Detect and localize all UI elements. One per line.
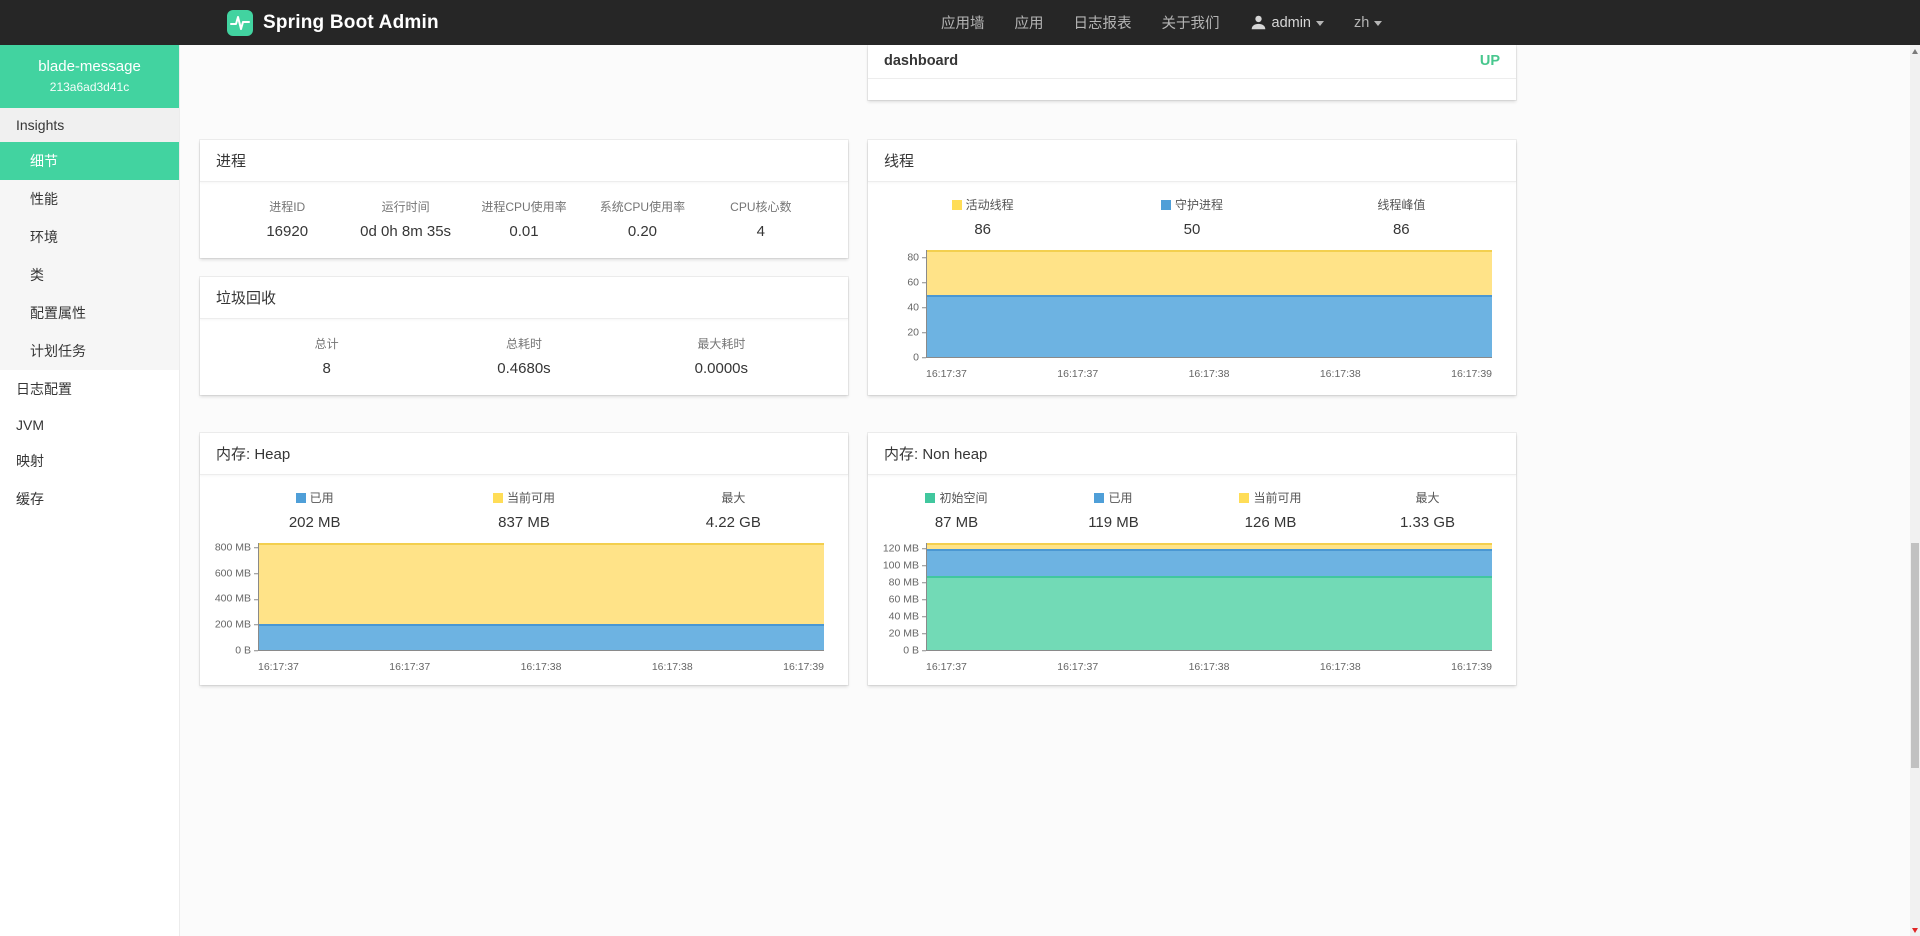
- nav-item-journal[interactable]: 日志报表: [1074, 12, 1132, 33]
- vertical-scrollbar[interactable]: [1910, 45, 1920, 936]
- metric-gc-total-time: 总耗时 0.4680s: [425, 335, 622, 377]
- insights-submenu: 细节 性能 环境 类 配置属性 计划任务: [0, 142, 179, 370]
- scrollbar-thumb[interactable]: [1911, 543, 1919, 768]
- right-column: dashboard UP 线程 活动线程 86 守护进程 50 线程: [868, 45, 1516, 685]
- threads-card: 线程 活动线程 86 守护进程 50 线程峰值 86: [868, 140, 1516, 395]
- nonheap-legend: 初始空间 87 MB 已用 119 MB 当前可用 126 MB 最大 1.33…: [868, 475, 1516, 533]
- threads-plot-area: 020406080: [926, 250, 1492, 358]
- legend-swatch: [952, 200, 962, 210]
- status-badge: UP: [1480, 53, 1500, 69]
- metric-cpu-cores: CPU核心数 4: [702, 198, 820, 240]
- sidebar-item-classes[interactable]: 类: [0, 256, 179, 294]
- sidebar-section-insights[interactable]: Insights: [0, 108, 179, 142]
- navbar-menu: 应用墙 应用 日志报表 关于我们 admin zh: [941, 0, 1382, 45]
- brand[interactable]: Spring Boot Admin: [227, 10, 439, 36]
- legend-item: 活动线程 86: [878, 196, 1087, 238]
- health-row: dashboard UP: [868, 45, 1516, 79]
- heap-area-chart: 0 B200 MB400 MB600 MB800 MB 16:17:3716:1…: [200, 537, 848, 677]
- heap-legend: 已用 202 MB 当前可用 837 MB 最大 4.22 GB: [200, 475, 848, 533]
- nonheap-memory-card: 内存: Non heap 初始空间 87 MB 已用 119 MB 当前可用 1…: [868, 433, 1516, 685]
- nav-item-about[interactable]: 关于我们: [1162, 12, 1220, 33]
- sidebar-item-details[interactable]: 细节: [0, 142, 179, 180]
- sidebar-item-jvm[interactable]: JVM: [0, 408, 179, 442]
- instance-header: blade-message 213a6ad3d41c: [0, 45, 179, 108]
- process-metrics: 进程ID 16920 运行时间 0d 0h 8m 35s 进程CPU使用率 0.…: [200, 182, 848, 254]
- threads-x-axis: 16:17:3716:17:3716:17:3816:17:3816:17:39: [926, 368, 1492, 380]
- top-navbar: Spring Boot Admin 应用墙 应用 日志报表 关于我们 admin…: [0, 0, 1920, 45]
- nonheap-area-chart: 0 B20 MB40 MB60 MB80 MB100 MB120 MB 16:1…: [868, 537, 1516, 677]
- heap-x-axis: 16:17:3716:17:3716:17:3816:17:3816:17:39: [258, 661, 824, 673]
- legend-item: 初始空间 87 MB: [878, 489, 1035, 531]
- legend-item: 守护进程 50: [1087, 196, 1296, 238]
- legend-item: 已用 202 MB: [210, 489, 419, 531]
- sidebar-item-scheduled-tasks[interactable]: 计划任务: [0, 332, 179, 370]
- legend-item: 当前可用 837 MB: [419, 489, 628, 531]
- legend-swatch: [493, 493, 503, 503]
- sidebar-item-mappings[interactable]: 映射: [0, 442, 179, 480]
- legend-swatch: [1094, 493, 1104, 503]
- health-card: dashboard UP: [868, 45, 1516, 100]
- chevron-down-icon: [1316, 21, 1324, 26]
- nonheap-x-axis: 16:17:3716:17:3716:17:3816:17:3816:17:39: [926, 661, 1492, 673]
- nav-item-applications[interactable]: 应用: [1015, 12, 1044, 33]
- legend-item: 最大 4.22 GB: [629, 489, 838, 531]
- instance-sidebar: blade-message 213a6ad3d41c Insights 细节 性…: [0, 45, 180, 936]
- metric-uptime: 运行时间 0d 0h 8m 35s: [346, 198, 464, 240]
- legend-item: 最大 1.33 GB: [1349, 489, 1506, 531]
- heap-card-title: 内存: Heap: [200, 433, 848, 475]
- locale-label: zh: [1354, 15, 1369, 31]
- sidebar-item-performance[interactable]: 性能: [0, 180, 179, 218]
- sidebar-item-caches[interactable]: 缓存: [0, 480, 179, 518]
- sidebar-item-loggers[interactable]: 日志配置: [0, 370, 179, 408]
- legend-swatch: [1161, 200, 1171, 210]
- metric-gc-count: 总计 8: [228, 335, 425, 377]
- metric-pid: 进程ID 16920: [228, 198, 346, 240]
- instance-id: 213a6ad3d41c: [8, 80, 171, 94]
- chevron-down-icon: [1374, 21, 1382, 26]
- heap-plot-area: 0 B200 MB400 MB600 MB800 MB: [258, 543, 824, 651]
- threads-card-title: 线程: [868, 140, 1516, 182]
- gc-card-title: 垃圾回收: [200, 277, 848, 319]
- user-name: admin: [1272, 15, 1312, 31]
- instance-name: blade-message: [8, 58, 171, 75]
- process-card-title: 进程: [200, 140, 848, 182]
- spring-boot-admin-logo-icon: [227, 10, 253, 36]
- legend-item: 线程峰值 86: [1297, 196, 1506, 238]
- scroll-up-arrow-icon[interactable]: [1910, 45, 1920, 57]
- threads-area-chart: 020406080 16:17:3716:17:3716:17:3816:17:…: [868, 244, 1516, 384]
- left-column: 进程 进程ID 16920 运行时间 0d 0h 8m 35s 进程CPU使用率…: [200, 45, 848, 685]
- nonheap-plot-area: 0 B20 MB40 MB60 MB80 MB100 MB120 MB: [926, 543, 1492, 651]
- sidebar-item-config-props[interactable]: 配置属性: [0, 294, 179, 332]
- metric-gc-max-time: 最大耗时 0.0000s: [623, 335, 820, 377]
- nonheap-card-title: 内存: Non heap: [868, 433, 1516, 475]
- nav-item-wallboard[interactable]: 应用墙: [941, 12, 985, 33]
- threads-legend: 活动线程 86 守护进程 50 线程峰值 86: [868, 182, 1516, 240]
- sidebar-menu: Insights 细节 性能 环境 类 配置属性 计划任务 日志配置 JVM 映…: [0, 108, 179, 518]
- metric-system-cpu: 系统CPU使用率 0.20: [583, 198, 701, 240]
- app-title: Spring Boot Admin: [263, 12, 439, 34]
- gc-metrics: 总计 8 总耗时 0.4680s 最大耗时 0.0000s: [200, 319, 848, 391]
- gc-card: 垃圾回收 总计 8 总耗时 0.4680s 最大耗时 0.0000s: [200, 277, 848, 395]
- main-content: 进程 进程ID 16920 运行时间 0d 0h 8m 35s 进程CPU使用率…: [180, 45, 1910, 936]
- heap-memory-card: 内存: Heap 已用 202 MB 当前可用 837 MB 最大 4.22 G…: [200, 433, 848, 685]
- legend-item: 已用 119 MB: [1035, 489, 1192, 531]
- sidebar-item-environment[interactable]: 环境: [0, 218, 179, 256]
- process-card: 进程 进程ID 16920 运行时间 0d 0h 8m 35s 进程CPU使用率…: [200, 140, 848, 258]
- metric-process-cpu: 进程CPU使用率 0.01: [465, 198, 583, 240]
- legend-item: 当前可用 126 MB: [1192, 489, 1349, 531]
- health-item-name: dashboard: [884, 53, 958, 69]
- scroll-down-arrow-icon[interactable]: [1910, 924, 1920, 936]
- legend-swatch: [296, 493, 306, 503]
- legend-swatch: [1239, 493, 1249, 503]
- user-avatar-icon: [1250, 14, 1267, 31]
- user-menu[interactable]: admin: [1250, 14, 1325, 31]
- legend-swatch: [925, 493, 935, 503]
- locale-menu[interactable]: zh: [1354, 15, 1382, 31]
